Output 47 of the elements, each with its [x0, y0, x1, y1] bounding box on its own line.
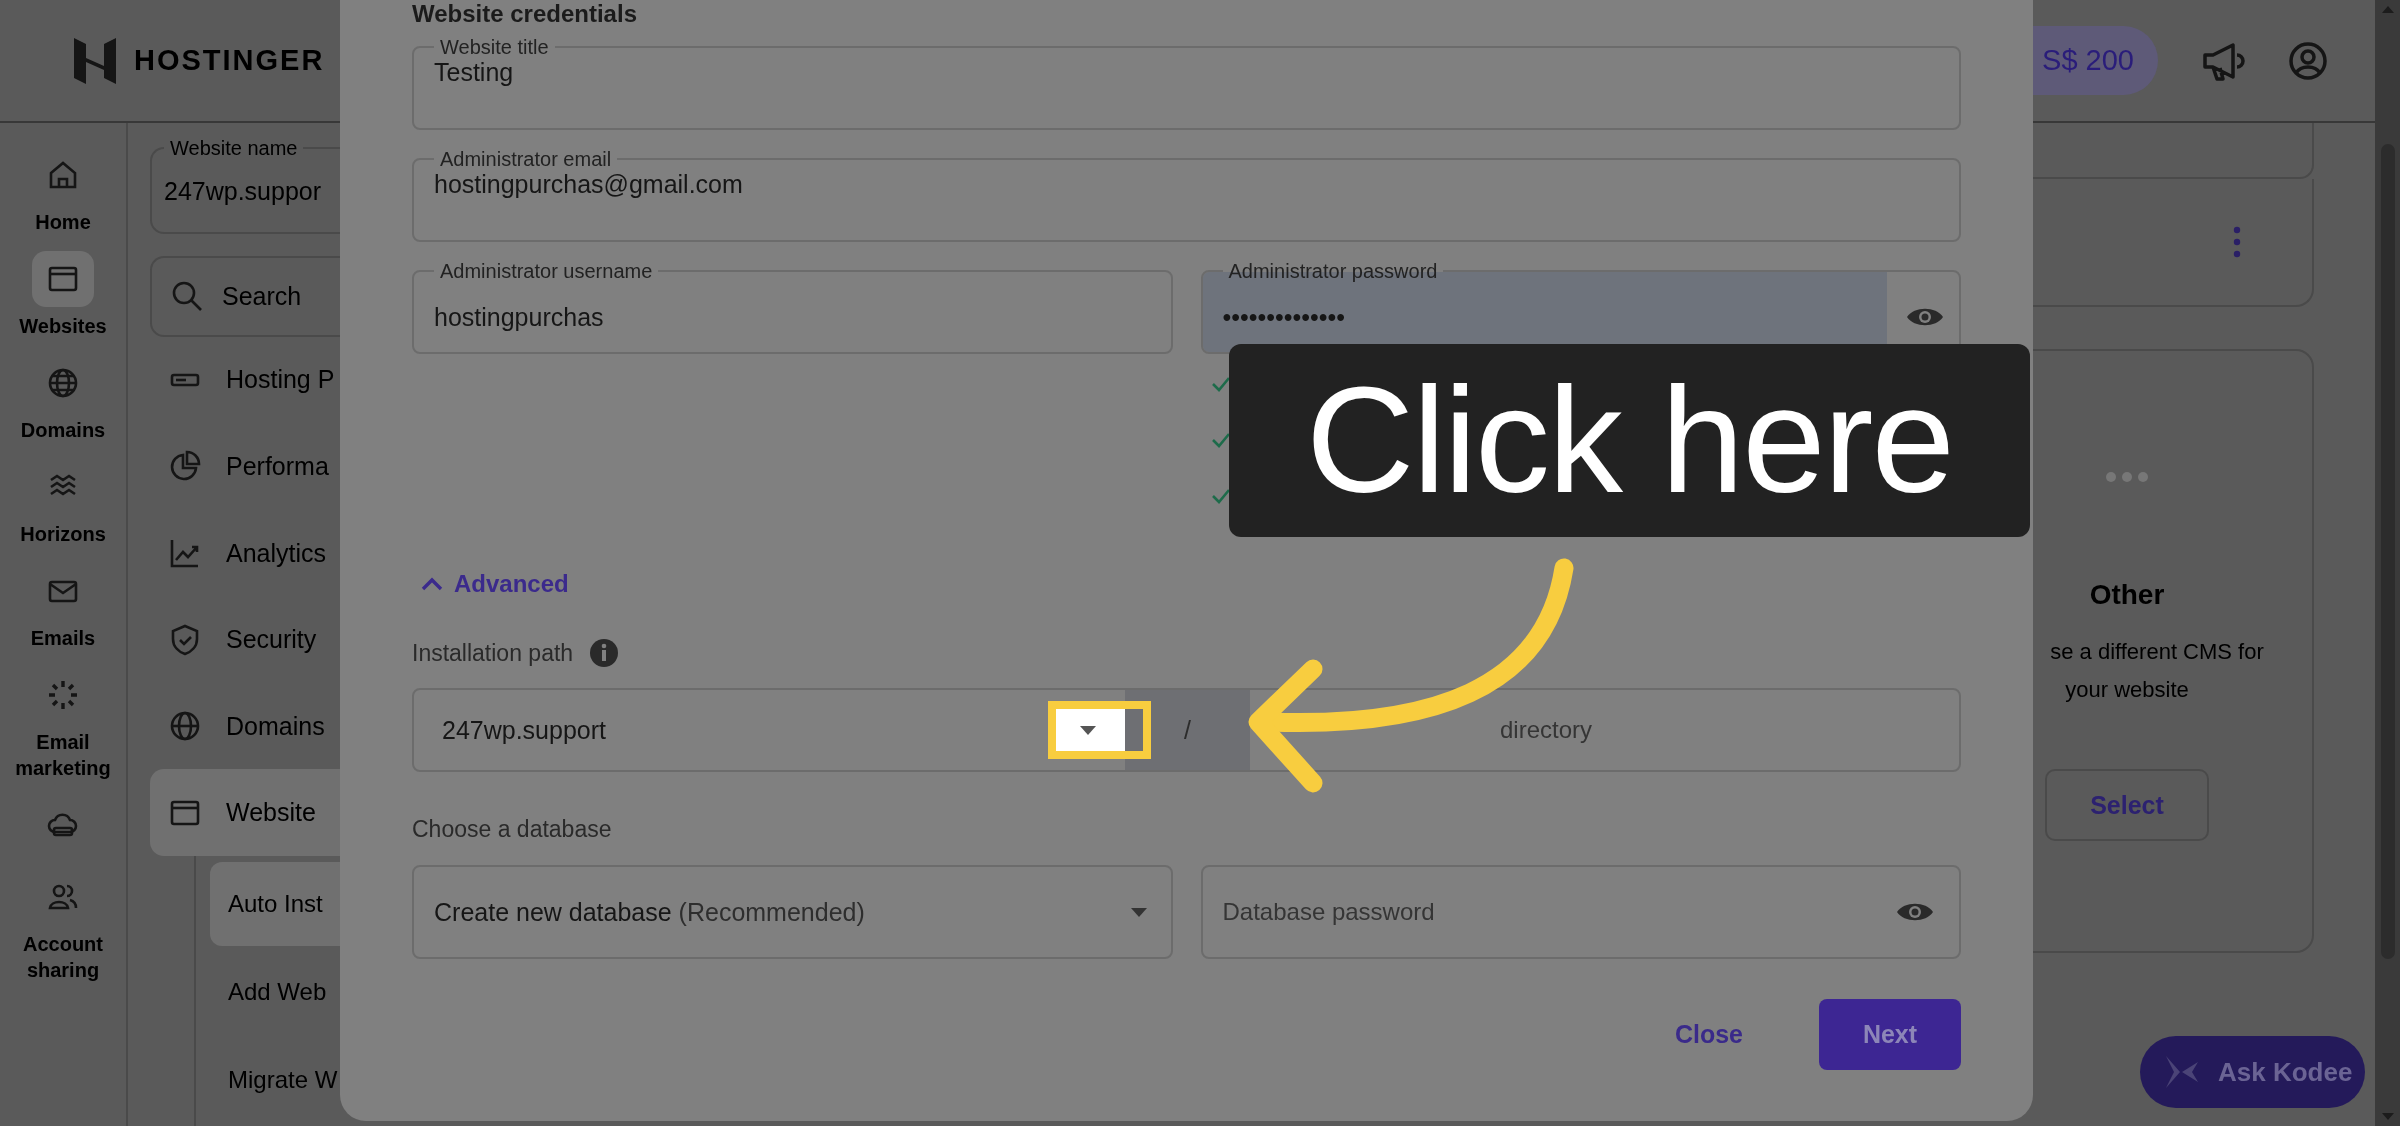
- scroll-up-icon[interactable]: [2380, 4, 2395, 14]
- account-icon[interactable]: [2288, 40, 2328, 81]
- spark-icon: [46, 678, 80, 712]
- menu-item[interactable]: Performa: [150, 423, 340, 510]
- globe-icon: [46, 366, 80, 400]
- nav-item[interactable]: Domains: [3, 351, 123, 447]
- website-title-field[interactable]: Website title Testing: [412, 36, 1961, 130]
- username-field[interactable]: Administrator username hostingpurchas: [412, 260, 1173, 354]
- chevron-up-icon: [420, 576, 444, 592]
- database-dropdown[interactable]: Create new database (Recommended): [412, 865, 1173, 959]
- menu-item[interactable]: Domains: [150, 682, 340, 770]
- nav-item[interactable]: Email marketing: [3, 663, 123, 785]
- database-password-field[interactable]: Database password: [1200, 865, 1961, 959]
- password-field[interactable]: Administrator password ••••••••••••••: [1200, 260, 1961, 354]
- card-description: your website: [2065, 677, 2189, 703]
- nav-item[interactable]: Emails: [3, 559, 123, 655]
- card-title: Other: [2089, 579, 2165, 611]
- email-field[interactable]: Administrator email hostingpurchas@gmail.com: [412, 148, 1961, 242]
- nav-item[interactable]: Horizons: [3, 455, 123, 551]
- next-button[interactable]: Next: [1819, 999, 1961, 1070]
- submenu-item[interactable]: Auto Inst: [210, 861, 340, 946]
- caret-icon: [1130, 907, 1147, 917]
- dots-icon: [2105, 471, 2149, 483]
- submenu-item[interactable]: Migrate W: [210, 1037, 340, 1122]
- menu-item[interactable]: Security: [150, 596, 340, 683]
- info-icon[interactable]: [589, 638, 620, 668]
- advanced-toggle[interactable]: Advanced: [412, 570, 577, 598]
- nav-item[interactable]: Websites: [3, 247, 123, 343]
- callout-label: Click here: [1229, 344, 2030, 537]
- menu-item[interactable]: Website: [150, 769, 340, 856]
- close-button[interactable]: Close: [1668, 1019, 1749, 1050]
- installation-path-label: Installation path: [412, 639, 574, 667]
- menu-item[interactable]: Hosting P: [150, 336, 340, 424]
- card-description: se a different CMS for: [2050, 639, 2264, 665]
- scrollbar[interactable]: [2375, 0, 2400, 1126]
- scroll-down-icon[interactable]: [2380, 1112, 2395, 1122]
- ask-kodee-button[interactable]: Ask Kodee: [2140, 1036, 2365, 1108]
- megaphone-icon[interactable]: [2201, 40, 2245, 81]
- nav-item[interactable]: Home: [3, 143, 123, 239]
- select-button[interactable]: Select: [2045, 769, 2209, 841]
- section-heading: Website credentials: [412, 0, 638, 28]
- brand-name: HOSTINGER: [134, 44, 325, 77]
- more-options-icon[interactable]: [2232, 225, 2242, 259]
- submenu-item[interactable]: Add Web: [210, 949, 340, 1034]
- database-label: Choose a database: [412, 816, 613, 843]
- nav-item[interactable]: Account sharing: [3, 865, 123, 987]
- menu-item[interactable]: Analytics: [150, 509, 340, 597]
